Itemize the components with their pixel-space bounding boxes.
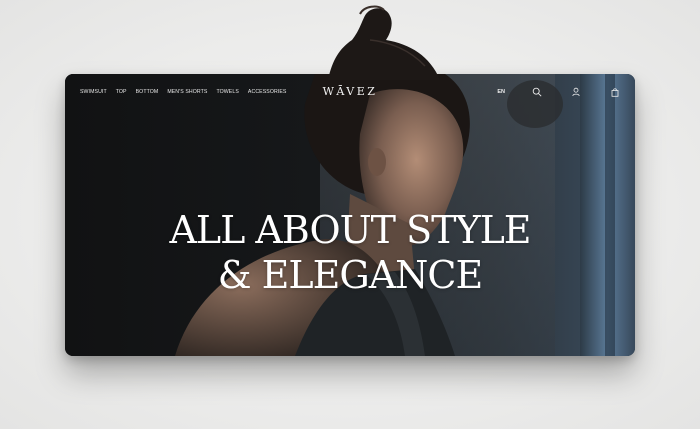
language-selector[interactable]: EN (497, 89, 505, 95)
user-icon[interactable] (570, 86, 582, 98)
hero-card: SWIMSUIT TOP BOTTOM MEN'S SHORTS TOWELS … (65, 74, 635, 356)
bag-icon[interactable] (609, 86, 621, 98)
top-navigation: SWIMSUIT TOP BOTTOM MEN'S SHORTS TOWELS … (65, 74, 635, 110)
hero-headline-line1: ALL ABOUT STYLE (169, 208, 531, 252)
search-icon[interactable] (531, 86, 543, 98)
hero-hair-bun (300, 0, 500, 80)
nav-actions: EN (497, 74, 621, 110)
hero-headline-line2: & ELEGANCE (217, 253, 483, 297)
hero-headline: ALL ABOUT STYLE & ELEGANCE (65, 208, 635, 298)
